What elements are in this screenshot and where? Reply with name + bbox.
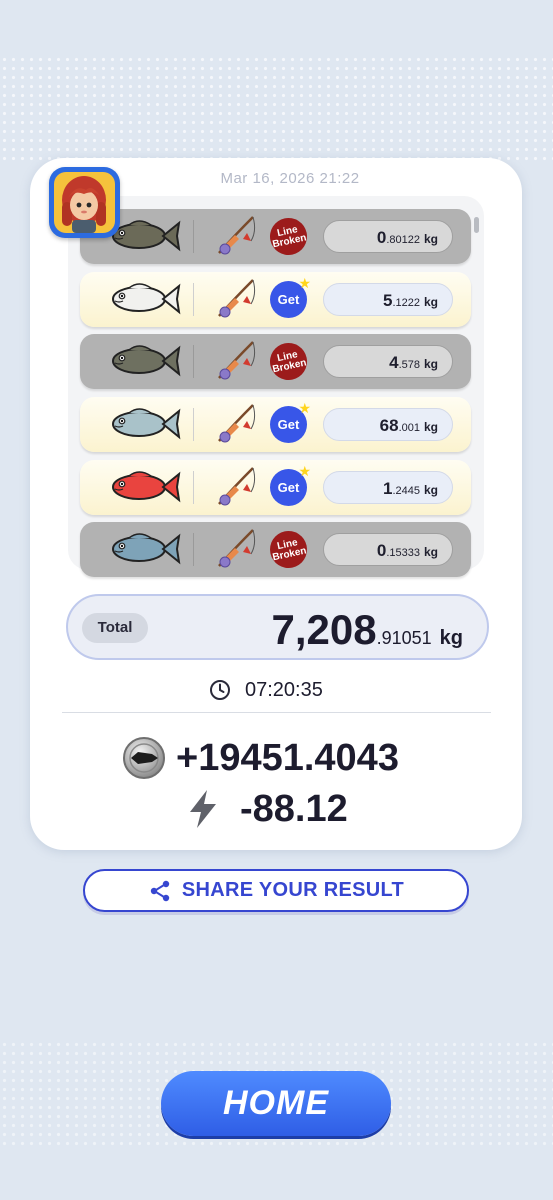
get-badge: Get ★ [270,463,311,506]
catch-row: Line Broken 0.15333 kg [80,522,471,577]
line-broken-badge: Line Broken [266,527,311,572]
result-timestamp: Mar 16, 2026 21:22 [220,170,360,187]
weight-unit: kg [423,483,438,497]
get-badge: Get ★ [270,400,311,443]
status-label: Get [277,292,300,307]
get-badge: Get ★ [270,275,311,318]
status-label: Get [277,417,300,432]
row-divider [193,533,194,566]
catch-row: Get ★ 68.001 kg [80,397,471,452]
weight-fraction: .1222 [392,297,420,309]
weight-fraction: .15333 [386,547,420,559]
fishing-rod-icon [213,401,259,447]
catch-row: Get ★ 5.1222 kg [80,272,471,327]
weight-fraction: .578 [398,359,420,371]
catch-weight: 0.15333 kg [323,533,453,566]
catch-weight: 0.80122 kg [323,220,453,253]
star-icon: ★ [298,463,311,479]
fishing-rod-icon [213,276,259,322]
weight-unit: kg [423,295,438,309]
status-label: Line Broken [271,536,308,563]
catch-row: Line Broken 4.578 kg [80,334,471,389]
line-broken-badge: Line Broken [266,214,311,259]
clock-icon [210,680,230,700]
duration-row: 07:20:35 [209,676,323,704]
background-dot-pattern-top [0,55,553,165]
total-label: Total [82,613,148,643]
weight-unit: kg [423,545,438,559]
weight-integer: 4 [389,353,399,372]
total-weight-fraction: .91051 [376,628,432,648]
catch-weight: 1.2445 kg [323,471,453,504]
total-weight-integer: 7,208 [271,606,377,653]
total-weight-panel: Total 7,208.91051 kg [66,594,489,660]
catch-list-scrollbar[interactable] [474,217,479,233]
fishing-rod-icon [213,464,259,510]
weight-fraction: .2445 [392,485,420,497]
share-icon [150,880,170,901]
home-button-label: HOME [223,1084,329,1122]
catch-row: Get ★ 1.2445 kg [80,460,471,515]
star-icon: ★ [298,275,311,291]
home-button[interactable]: HOME [161,1071,391,1136]
character-avatar-icon[interactable] [49,167,120,238]
reward-value: +19451.4043 [176,736,399,779]
weight-integer: 68 [379,416,399,435]
status-label: Line Broken [271,348,308,375]
status-label: Get [277,480,300,495]
fish-icon [112,533,181,565]
row-divider [193,471,194,504]
weight-integer: 0 [376,228,387,247]
fishing-rod-icon [213,526,259,572]
coin-icon [123,737,165,779]
catch-weight: 4.578 kg [323,345,453,378]
row-divider [193,345,194,378]
catch-weight: 5.1222 kg [323,283,453,316]
share-result-button[interactable]: SHARE YOUR RESULT [83,869,469,912]
row-divider [193,283,194,316]
energy-row: -88.12 [186,786,348,832]
catch-weight: 68.001 kg [323,408,453,441]
divider [62,712,491,713]
duration-value: 07:20:35 [245,678,323,701]
fish-icon [112,471,181,503]
row-divider [193,220,194,253]
row-divider [193,408,194,441]
status-label: Line Broken [271,223,308,250]
weight-unit: kg [423,420,438,434]
fishing-rod-icon [213,213,259,259]
weight-fraction: .001 [398,422,420,434]
fishing-rod-icon [213,338,259,384]
catch-row: Line Broken 0.80122 kg [80,209,471,264]
weight-unit: kg [423,357,438,371]
star-icon: ★ [298,400,311,416]
share-button-label: SHARE YOUR RESULT [181,879,405,901]
total-weight-value: 7,208.91051 kg [271,606,463,654]
total-weight-unit: kg [439,627,463,649]
weight-integer: 0 [376,541,387,560]
fish-icon [112,283,181,315]
weight-fraction: .80122 [386,234,420,246]
fish-icon [112,345,181,377]
line-broken-badge: Line Broken [266,339,311,384]
weight-unit: kg [423,232,438,246]
energy-value: -88.12 [240,787,348,830]
lightning-icon [190,790,216,828]
reward-row: +19451.4043 [122,734,399,782]
fish-icon [112,408,181,440]
